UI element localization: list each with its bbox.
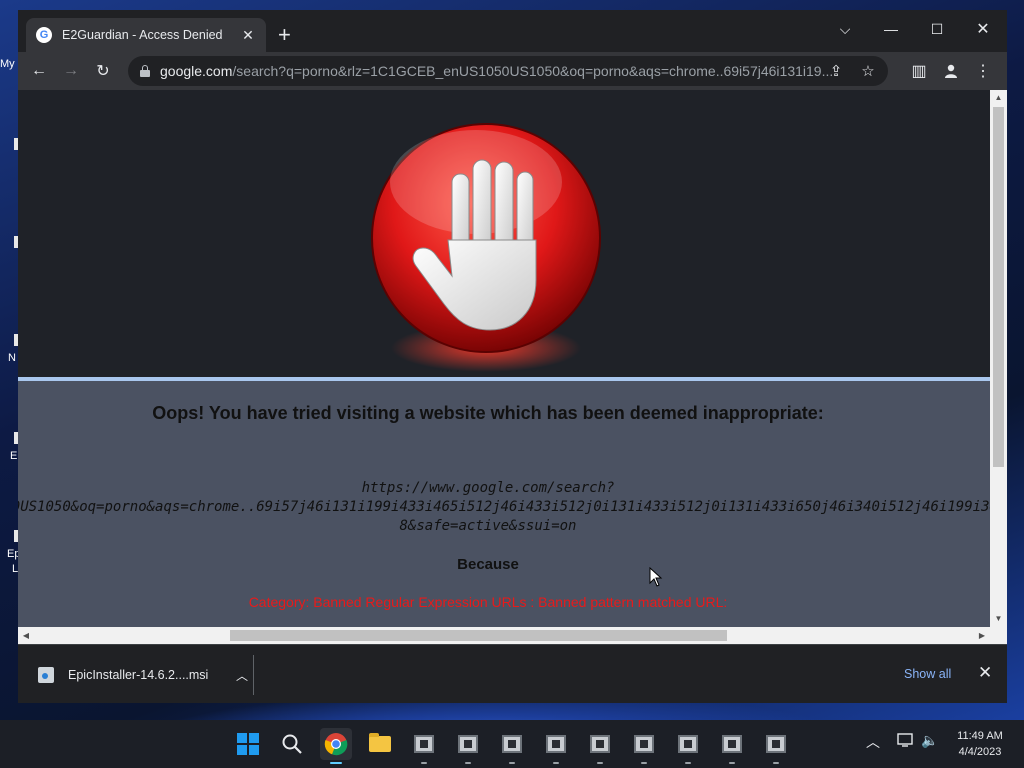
system-clock[interactable]: 11:49 AM 4/4/2023 [940, 728, 1020, 760]
stop-hand-icon [371, 123, 601, 372]
mouse-cursor-icon [649, 567, 663, 587]
scroll-down-arrow-icon[interactable]: ▼ [990, 611, 1007, 627]
taskbar-app-icon[interactable] [584, 728, 616, 764]
taskbar-app-icon[interactable] [496, 728, 528, 764]
bookmark-star-icon[interactable]: ☆ [858, 62, 878, 80]
taskbar-app-icon[interactable] [540, 728, 572, 764]
share-icon[interactable]: ⇪ [826, 62, 846, 80]
installer-file-icon [38, 667, 54, 683]
taskbar-app-icon[interactable] [760, 728, 792, 764]
close-window-button[interactable]: ✕ [960, 16, 1006, 42]
blocked-url-line: https://www.google.com/search? [361, 480, 615, 496]
taskbar-search-icon[interactable] [276, 728, 308, 760]
blocked-url-line: enUS1050US1050&oq=porno&aqs=chrome..69i5… [18, 499, 990, 515]
reload-icon[interactable]: ↻ [90, 58, 116, 84]
tab-close-icon[interactable]: ✕ [240, 27, 256, 44]
tab-active[interactable]: G E2Guardian - Access Denied ✕ [26, 18, 266, 52]
network-icon[interactable] [897, 732, 915, 751]
taskbar-app-icon[interactable] [628, 728, 660, 764]
windows-logo-icon [237, 733, 259, 755]
clock-date: 4/4/2023 [958, 746, 1002, 758]
new-tab-button[interactable]: + [278, 24, 291, 46]
menu-kebab-icon[interactable]: ⋮ [970, 58, 996, 84]
block-reason: Category: Banned Regular Expression URLs… [248, 594, 728, 610]
vertical-scrollbar[interactable]: ▲ ▼ [990, 90, 1007, 627]
because-label: Because [457, 556, 519, 573]
page-hero [18, 90, 990, 377]
blocked-url-line: 8&safe=active&ssui=on [399, 518, 577, 534]
download-item[interactable]: EpicInstaller-14.6.2....msi ︿ [30, 655, 254, 695]
lock-icon[interactable] [140, 65, 150, 77]
taskbar-chrome-icon[interactable] [320, 728, 352, 764]
tab-strip: G E2Guardian - Access Denied ✕ + ⌵ — ☐ ✕ [18, 10, 1007, 52]
browser-toolbar: ← → ↻ google.com /search?q=porno&rlz=1C1… [18, 52, 1007, 90]
page-viewport: Oops! You have tried visiting a website … [18, 90, 990, 627]
scroll-up-arrow-icon[interactable]: ▲ [990, 90, 1007, 106]
taskbar-app-icon[interactable] [716, 728, 748, 764]
close-download-shelf-icon[interactable]: ✕ [978, 663, 992, 683]
desktop-icon-label-my[interactable]: My [0, 58, 18, 70]
vertical-scroll-thumb[interactable] [993, 107, 1004, 467]
scroll-left-arrow-icon[interactable]: ◀ [18, 627, 34, 644]
profile-icon[interactable] [938, 58, 964, 84]
show-all-downloads-link[interactable]: Show all [904, 667, 951, 681]
address-bar[interactable]: google.com /search?q=porno&rlz=1C1GCEB_e… [128, 56, 888, 86]
url-host: google.com [160, 63, 233, 79]
google-favicon-icon: G [36, 27, 52, 43]
taskbar-app-icon[interactable] [672, 728, 704, 764]
download-shelf: EpicInstaller-14.6.2....msi ︿ Show all ✕ [18, 644, 1007, 703]
browser-window: G E2Guardian - Access Denied ✕ + ⌵ — ☐ ✕… [18, 10, 1007, 703]
back-arrow-icon[interactable]: ← [26, 58, 52, 84]
blocked-url[interactable]: https://www.google.com/search? enUS1050U… [18, 479, 990, 536]
chevron-up-icon[interactable]: ︿ [231, 667, 253, 684]
denied-message: Oops! You have tried visiting a website … [18, 381, 990, 627]
minimize-button[interactable]: — [868, 16, 914, 42]
start-button[interactable] [232, 728, 264, 760]
clock-time: 11:49 AM [957, 730, 1003, 742]
horizontal-scrollbar[interactable]: ◀ ▶ [18, 627, 1007, 644]
horizontal-scroll-thumb[interactable] [230, 630, 727, 641]
taskbar-file-explorer-icon[interactable] [364, 728, 396, 760]
show-hidden-icons-chevron-icon[interactable]: ︿ [866, 732, 880, 752]
tab-title: E2Guardian - Access Denied [62, 28, 223, 42]
page-headline: Oops! You have tried visiting a website … [152, 403, 824, 423]
volume-icon[interactable]: 🔈 [921, 732, 938, 749]
side-panel-icon[interactable]: ▥ [906, 58, 932, 84]
taskbar-app-icon[interactable] [452, 728, 484, 764]
url-path: /search?q=porno&rlz=1C1GCEB_enUS1050US10… [232, 63, 834, 79]
taskbar: ︿ 🔈 11:49 AM 4/4/2023 [0, 720, 1024, 768]
maximize-button[interactable]: ☐ [914, 16, 960, 42]
download-file-name: EpicInstaller-14.6.2....msi [68, 668, 209, 682]
taskbar-app-icon[interactable] [408, 728, 440, 764]
tab-search-icon[interactable]: ⌵ [822, 16, 868, 42]
scroll-right-arrow-icon[interactable]: ▶ [974, 627, 990, 644]
forward-arrow-icon[interactable]: → [58, 58, 84, 84]
